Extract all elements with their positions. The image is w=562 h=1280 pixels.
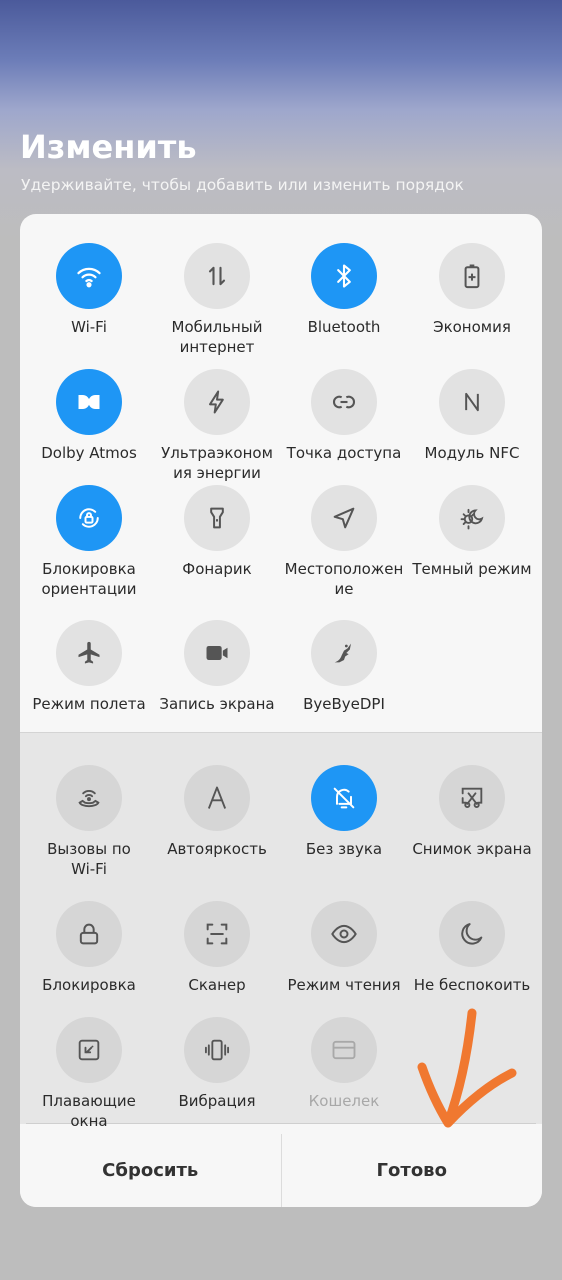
tile-label: Режим полета (32, 695, 146, 713)
wifi-calling-icon (56, 765, 122, 831)
tile-rotation-lock[interactable]: Блокировка ориентации (25, 485, 153, 599)
tile-screenshot[interactable]: Снимок экрана (408, 765, 536, 859)
active-tiles-grid: Wi-Fi Мобильный интернет Bluetooth Экономия… (20, 214, 542, 732)
tile-screen-record[interactable]: Запись экрана (153, 620, 281, 714)
tile-label: Темный режим (412, 560, 532, 578)
tile-label: Блокировка ориентации (41, 560, 137, 598)
tile-label: Bluetooth (307, 318, 381, 336)
tile-label: Снимок экрана (412, 840, 532, 858)
screen-record-icon (184, 620, 250, 686)
tile-label: Экономия (433, 318, 511, 336)
tile-label: Запись экрана (159, 695, 275, 713)
tile-floating-windows[interactable]: Плавающие окна (25, 1017, 153, 1131)
flashlight-icon (184, 485, 250, 551)
tile-label: Wi-Fi (71, 318, 107, 336)
silent-icon (311, 765, 377, 831)
tile-dark-mode[interactable]: Темный режим (408, 485, 536, 579)
tile-label: Автояркость (167, 840, 267, 858)
tile-label: Кошелек (308, 1092, 380, 1110)
do-not-disturb-icon (439, 901, 505, 967)
page-subtitle: Удерживайте, чтобы добавить или изменить… (21, 176, 464, 194)
tile-label: Точка доступа (286, 444, 402, 462)
annotation-arrow (417, 1008, 517, 1128)
tile-reading-mode[interactable]: Режим чтения (280, 901, 408, 995)
tile-label: ByeByeDPI (303, 695, 385, 713)
tile-flashlight[interactable]: Фонарик (153, 485, 281, 579)
tile-silent[interactable]: Без звука (280, 765, 408, 859)
tile-wifi[interactable]: Wi-Fi (25, 243, 153, 337)
tile-wifi-calling[interactable]: Вызовы по Wi-Fi (25, 765, 153, 879)
tile-label: Не беспокоить (413, 976, 531, 994)
screenshot-icon (439, 765, 505, 831)
tile-dolby[interactable]: Dolby Atmos (25, 369, 153, 463)
tile-ultra-saver[interactable]: Ультраэконом ия энергии (153, 369, 281, 483)
wifi-icon (56, 243, 122, 309)
reading-mode-icon (311, 901, 377, 967)
tile-vibration[interactable]: Вибрация (153, 1017, 281, 1111)
tile-battery-saver[interactable]: Экономия (408, 243, 536, 337)
tile-label: Блокировка (42, 976, 136, 994)
hotspot-icon (311, 369, 377, 435)
tile-label: Фонарик (182, 560, 252, 578)
tile-label: Без звука (305, 840, 383, 858)
tile-do-not-disturb[interactable]: Не беспокоить (408, 901, 536, 995)
tile-nfc[interactable]: Модуль NFC (408, 369, 536, 463)
location-icon (311, 485, 377, 551)
rotation-lock-icon (56, 485, 122, 551)
scanner-icon (184, 901, 250, 967)
bluetooth-icon (311, 243, 377, 309)
tile-hotspot[interactable]: Точка доступа (280, 369, 408, 463)
tile-scanner[interactable]: Сканер (153, 901, 281, 995)
byebyedpi-icon (311, 620, 377, 686)
lock-icon (56, 901, 122, 967)
tile-bluetooth[interactable]: Bluetooth (280, 243, 408, 337)
tile-wallet[interactable]: Кошелек (280, 1017, 408, 1111)
tile-label: Модуль NFC (424, 444, 520, 462)
tile-label: Вибрация (178, 1092, 256, 1110)
airplane-icon (56, 620, 122, 686)
tile-label: Местоположен ие (284, 560, 404, 598)
page-title: Изменить (20, 128, 197, 166)
vibration-icon (184, 1017, 250, 1083)
auto-brightness-icon (184, 765, 250, 831)
battery-saver-icon (439, 243, 505, 309)
dark-mode-icon (439, 485, 505, 551)
tile-label: Режим чтения (287, 976, 401, 994)
tile-auto-brightness[interactable]: Автояркость (153, 765, 281, 859)
tile-byebyedpi[interactable]: ByeByeDPI (280, 620, 408, 714)
tile-label: Dolby Atmos (41, 444, 137, 462)
reset-button[interactable]: Сбросить (20, 1134, 281, 1207)
tile-label: Плавающие окна (42, 1092, 136, 1130)
tile-lock[interactable]: Блокировка (25, 901, 153, 995)
mobile-data-icon (184, 243, 250, 309)
done-button[interactable]: Готово (282, 1134, 543, 1207)
floating-windows-icon (56, 1017, 122, 1083)
tile-label: Ультраэконом ия энергии (161, 444, 273, 482)
tile-airplane[interactable]: Режим полета (25, 620, 153, 714)
tile-label: Мобильный интернет (171, 318, 263, 356)
nfc-icon (439, 369, 505, 435)
tile-label: Вызовы по Wi-Fi (47, 840, 131, 878)
ultra-saver-icon (184, 369, 250, 435)
wallet-icon (311, 1017, 377, 1083)
footer-bar: Сбросить Готово (20, 1134, 542, 1207)
tile-location[interactable]: Местоположен ие (280, 485, 408, 599)
dolby-icon (56, 369, 122, 435)
tile-mobile-data[interactable]: Мобильный интернет (153, 243, 281, 357)
tile-label: Сканер (188, 976, 246, 994)
